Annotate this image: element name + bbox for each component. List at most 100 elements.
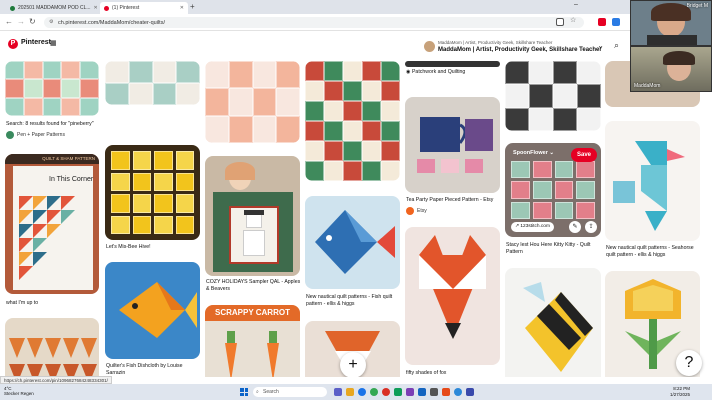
bookmark-icon[interactable]: ☆ [570, 16, 578, 24]
pin-scrappy-carrot[interactable]: SCRAPPY CARROT [205, 305, 300, 377]
bee-art [523, 282, 593, 372]
pin-link-button[interactable]: ↗ 123stitch.com [511, 222, 554, 232]
person-shirt [647, 35, 697, 45]
pin-caption[interactable]: Quilter's Fish Dishcloth by Louise Sarra… [106, 363, 202, 376]
pin-fish-dishcloth[interactable] [105, 262, 200, 359]
forward-icon[interactable]: → [17, 17, 25, 26]
pin-pineberry-quilt[interactable] [5, 61, 99, 116]
pin-caption[interactable]: New nautical quilt patterns - Seahorse q… [606, 245, 704, 258]
tab-maddamom-pod[interactable]: 202501 MADDAMOM POD CL... ✕ [6, 2, 98, 14]
windows-start-icon[interactable] [240, 388, 248, 396]
back-icon[interactable]: ← [5, 17, 13, 26]
terminal-icon[interactable] [430, 388, 438, 396]
pin-bee-quilt[interactable] [505, 268, 601, 377]
url-field[interactable]: ⚙ ch.pinterest.com/MaddaMom/cheater-quil… [44, 17, 584, 28]
pinterest-logo-icon[interactable]: P [8, 39, 18, 49]
pin-caption-top[interactable]: ◉ Patchwork and Quilting [406, 69, 465, 76]
reload-icon[interactable]: ↻ [29, 17, 36, 26]
pin-caption[interactable]: Search: 8 results found for "pineberry" [6, 121, 102, 128]
share-icon[interactable]: ⇪ [585, 221, 597, 233]
pin-tea-party[interactable] [405, 97, 500, 193]
pin-christmas-quilt[interactable] [305, 61, 400, 181]
teapot-art [417, 117, 493, 173]
chevron-down-icon[interactable]: ⌄ [597, 41, 604, 50]
pin-cozy-holidays[interactable] [205, 156, 300, 276]
weather-desc: Stecker Regen [4, 391, 34, 397]
site-info-icon[interactable]: ⚙ [49, 19, 53, 25]
edit-icon[interactable]: ✎ [569, 221, 581, 233]
app-icon[interactable] [406, 388, 414, 396]
powerpoint-icon[interactable] [442, 388, 450, 396]
pin-caption[interactable]: New nautical quilt patterns - Fish quilt… [306, 294, 402, 307]
source-name: Etsy [417, 208, 427, 214]
close-icon[interactable]: ✕ [177, 5, 184, 11]
pinterest-extension-icon[interactable] [598, 18, 606, 26]
pin-caption[interactable]: COZY HOLIDAYS Sampler QAL - Apples & Bea… [206, 279, 304, 292]
windows-taskbar: 4°C Stecker Regen ⌕ Search 8:22 PM 1/27/… [0, 384, 712, 400]
pin-caption[interactable]: Tea Party Paper Pieced Pattern - Etsy [406, 197, 502, 204]
pin-seahorse[interactable] [605, 121, 700, 241]
pin-caption[interactable]: Let's Mis-Bee Hive! [106, 244, 151, 251]
source-name: Pen + Paper Patterns [17, 132, 65, 138]
pin-in-this-corner[interactable]: QUILT & SHAM PATTERN In This Corner [5, 154, 99, 294]
chrome-profile-icon[interactable] [382, 388, 390, 396]
search-placeholder: Search [263, 389, 279, 395]
tab-pinterest[interactable]: (1) Pinterest ✕ [100, 2, 188, 14]
obs-icon[interactable] [466, 388, 474, 396]
new-tab-button[interactable]: + [190, 2, 195, 11]
webcam-label: Bridget M [686, 3, 708, 9]
pin-beehive-quilt[interactable] [105, 145, 200, 240]
pin-caption[interactable]: what I'm up to [6, 300, 38, 307]
weather-widget[interactable]: 4°C Stecker Regen [4, 386, 34, 397]
pin-top-partial[interactable] [405, 61, 500, 67]
edge-icon[interactable] [358, 388, 366, 396]
pinterest-wordmark[interactable]: Pinterest [21, 39, 51, 46]
save-button[interactable]: Save [571, 148, 597, 162]
sheets-icon [10, 5, 15, 11]
pin-nautical-fish[interactable] [305, 196, 400, 289]
close-icon[interactable]: ✕ [91, 5, 98, 11]
pin-animal-blocks[interactable] [105, 61, 200, 105]
clock-date: 1/27/2025 [670, 391, 691, 397]
pin-star-blocks[interactable] [505, 61, 601, 131]
system-clock[interactable]: 8:22 PM 1/27/2025 [670, 386, 690, 398]
fish-quilt-art [315, 210, 395, 274]
snowman-block [229, 206, 279, 264]
cast-icon[interactable] [556, 18, 564, 26]
caption-text: Patchwork and Quilting [411, 69, 466, 75]
fox-quilt-art [419, 235, 486, 339]
carrot-art [225, 331, 279, 377]
pin-fifty-shades-fox[interactable] [405, 227, 500, 365]
search-icon[interactable]: ⌕ [614, 40, 619, 51]
word-icon[interactable] [418, 388, 426, 396]
browser-tab-bar: 202501 MADDAMOM POD CL... ✕ (1) Pinteres… [0, 0, 712, 14]
book-title: In This Corner [49, 176, 94, 183]
pin-source[interactable]: Pen + Paper Patterns [6, 131, 65, 139]
extension-icon[interactable] [612, 18, 620, 26]
pin-fox-quilt[interactable] [5, 318, 99, 377]
zoom-icon[interactable] [454, 388, 462, 396]
menu-icon[interactable]: ▦ [50, 39, 57, 47]
avatar [424, 41, 435, 52]
pin-kitty-quilt-hovered[interactable]: SpoonFlower ⌄ Save ↗ 123stitch.com ✎ ⇪ [505, 143, 601, 237]
profile-switcher[interactable]: MaddaMom | Artist, Productivity Geek, Sk… [420, 37, 608, 57]
help-button[interactable]: ? [676, 350, 702, 376]
book-tag: QUILT & SHAM PATTERN [5, 154, 99, 164]
create-button[interactable]: + [340, 352, 366, 377]
pin-star-quilt[interactable] [205, 61, 300, 143]
taskbar-search[interactable]: ⌕ Search [253, 387, 327, 397]
sheets-icon[interactable] [394, 388, 402, 396]
board-select[interactable]: SpoonFlower ⌄ [513, 150, 554, 156]
pin-source[interactable]: Etsy [406, 207, 427, 215]
pin-caption[interactable]: fifty shades of fox [406, 370, 446, 377]
profile-subtitle: MaddaMom | Artist, Productivity Geek, Sk… [438, 40, 553, 45]
screen: 202501 MADDAMOM POD CL... ✕ (1) Pinteres… [0, 0, 712, 400]
chevron-down-icon: ⌄ [549, 150, 554, 156]
chrome-icon[interactable] [370, 388, 378, 396]
pin-caption[interactable]: Stacy lest Hou Here Kitty Kitty - Quilt … [506, 242, 602, 255]
person-hair [651, 3, 691, 21]
teams-icon[interactable] [334, 388, 342, 396]
file-explorer-icon[interactable] [346, 388, 354, 396]
status-bar-url: https://ch.pinterest.com/pin/10968276842… [0, 376, 112, 384]
minimize-icon[interactable]: – [574, 1, 578, 8]
